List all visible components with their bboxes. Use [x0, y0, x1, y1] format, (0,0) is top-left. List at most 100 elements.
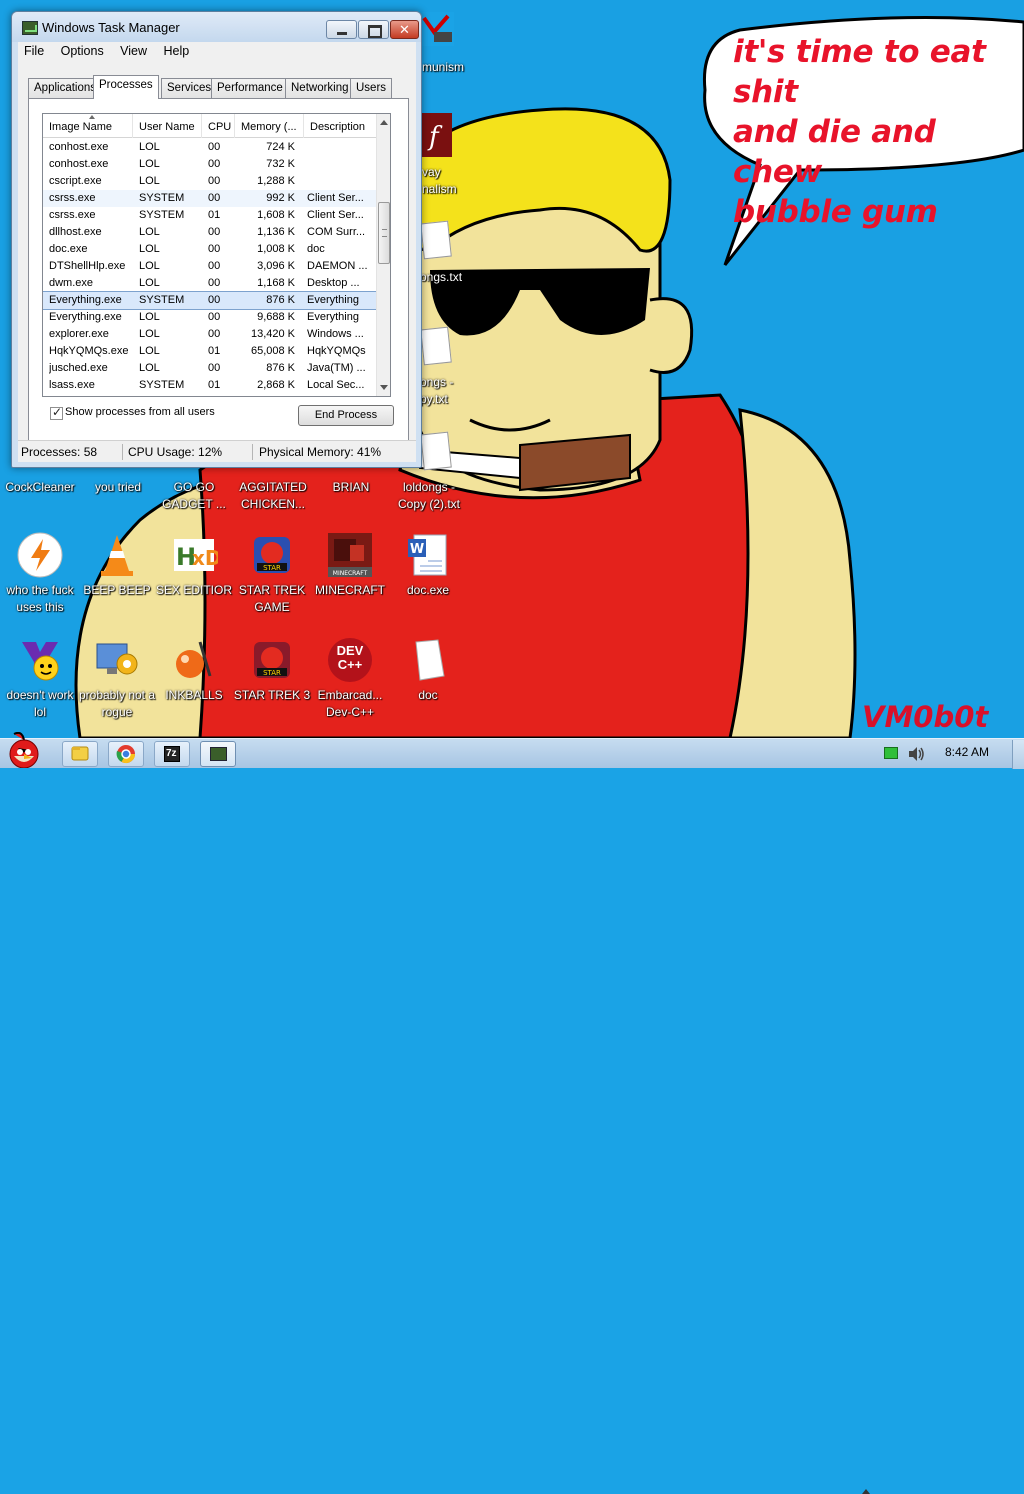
- show-all-processes-checkbox[interactable]: [50, 405, 63, 420]
- desktop-icon-star-trek-3[interactable]: STAR STAR TREK 3: [232, 636, 312, 704]
- text-file-icon[interactable]: [420, 326, 452, 366]
- menu-options[interactable]: Options: [55, 42, 110, 58]
- desktop-icon-you-tried[interactable]: you tried: [78, 479, 158, 496]
- desktop-icon-doc[interactable]: doc: [388, 636, 468, 704]
- desktop-icon-minecraft[interactable]: MINECRAFT MINECRAFT: [310, 531, 390, 599]
- process-image-name: jusched.exe: [49, 362, 108, 374]
- process-row[interactable]: DTShellHlp.exe LOL 00 3,096 K DAEMON ...: [43, 258, 376, 275]
- desktop-icon-loldongs-copy-2[interactable]: loldongs - Copy (2).txt: [390, 479, 468, 513]
- end-process-button[interactable]: End Process: [298, 405, 394, 426]
- tab-users[interactable]: Users: [350, 78, 393, 98]
- process-image-name: doc.exe: [49, 243, 88, 255]
- svg-text:STAR: STAR: [263, 669, 281, 677]
- desktop-icon-label-communism[interactable]: munism: [422, 59, 464, 76]
- communism-icon[interactable]: [420, 12, 454, 46]
- process-description: Everything: [307, 294, 359, 306]
- scroll-thumb[interactable]: [378, 202, 390, 264]
- desktop-icon-vlc[interactable]: BEEP BEEP: [77, 531, 157, 599]
- title-bar[interactable]: Windows Task Manager ✕: [12, 12, 421, 42]
- desktop-icon-doc-exe[interactable]: W doc.exe: [388, 531, 468, 599]
- process-row[interactable]: HqkYQMQs.exe LOL 01 65,008 K HqkYQMQs: [43, 343, 376, 360]
- scroll-down-arrow-icon[interactable]: [380, 385, 388, 390]
- show-hidden-icons-arrow[interactable]: [862, 1489, 870, 1494]
- text-file-icon[interactable]: [420, 431, 452, 471]
- process-row[interactable]: Everything.exe SYSTEM 00 876 K Everything: [43, 291, 377, 310]
- flash-player-icon[interactable]: f: [420, 113, 452, 157]
- process-row[interactable]: csrss.exe SYSTEM 00 992 K Client Ser...: [43, 190, 376, 207]
- process-cpu: 00: [208, 226, 221, 238]
- tab-services[interactable]: Services: [161, 78, 218, 98]
- task-manager-window[interactable]: Windows Task Manager ✕ File Options View…: [11, 11, 422, 468]
- menu-view[interactable]: View: [114, 42, 153, 58]
- column-description[interactable]: Description: [304, 114, 376, 138]
- desktop-icon-aggitated-chicken[interactable]: AGGITATED CHICKEN...: [233, 479, 313, 513]
- tab-applications[interactable]: Applications: [28, 78, 103, 98]
- process-list[interactable]: Image Name User Name CPU Memory (... Des…: [42, 113, 391, 397]
- taskbar-task-manager-button[interactable]: [200, 741, 236, 767]
- process-row[interactable]: jusched.exe LOL 00 876 K Java(TM) ...: [43, 360, 376, 377]
- process-row[interactable]: csrss.exe SYSTEM 01 1,608 K Client Ser...: [43, 207, 376, 224]
- task-manager-icon: [210, 747, 227, 761]
- close-button[interactable]: ✕: [390, 20, 419, 39]
- process-row[interactable]: lsass.exe SYSTEM 01 2,868 K Local Sec...: [43, 377, 376, 394]
- taskbar-explorer-button[interactable]: [62, 741, 98, 767]
- volume-icon[interactable]: [907, 746, 925, 767]
- desktop-icon-label-flash-a[interactable]: vay: [422, 164, 441, 181]
- process-row[interactable]: explorer.exe LOL 00 13,420 K Windows ...: [43, 326, 376, 343]
- desktop-icon-label-flash-b[interactable]: nalism: [422, 181, 457, 198]
- desktop-icon-label-loldongs[interactable]: ongs.txt: [420, 269, 462, 286]
- taskbar-7zip-button[interactable]: 7z: [154, 741, 190, 767]
- desktop-icon-cockcleaner[interactable]: CockCleaner: [0, 479, 80, 496]
- process-memory: 1,008 K: [257, 243, 295, 255]
- minimize-button[interactable]: [326, 20, 357, 39]
- process-row[interactable]: doc.exe LOL 00 1,008 K doc: [43, 241, 376, 258]
- desktop-icon-label: STAR TREK 3: [233, 688, 311, 702]
- process-description: Desktop ...: [307, 277, 360, 289]
- desktop-icon-probably-not-a-rogue[interactable]: probably not a rogue: [77, 636, 157, 721]
- menu-help[interactable]: Help: [157, 42, 195, 58]
- start-button[interactable]: [4, 731, 44, 769]
- text-file-icon[interactable]: [420, 220, 452, 260]
- inkball-icon: [170, 636, 218, 684]
- desktop-icon-inkballs[interactable]: INKBALLS: [154, 636, 234, 704]
- desktop-icon-star-trek-game[interactable]: STAR STAR TREK GAME: [232, 531, 312, 616]
- process-row[interactable]: conhost.exe LOL 00 724 K: [43, 139, 376, 156]
- column-image-name[interactable]: Image Name: [43, 114, 133, 138]
- tab-processes[interactable]: Processes: [93, 75, 159, 99]
- process-image-name: conhost.exe: [49, 158, 109, 170]
- maximize-button[interactable]: [358, 20, 389, 39]
- column-cpu[interactable]: CPU: [202, 114, 235, 138]
- tab-networking[interactable]: Networking: [285, 78, 355, 98]
- desktop-icon-label-loldongs-copy-b[interactable]: py.txt: [420, 391, 448, 408]
- column-user-name[interactable]: User Name: [133, 114, 202, 138]
- desktop-icon-label: SEX EDITIOR: [155, 583, 232, 597]
- tab-performance[interactable]: Performance: [211, 78, 289, 98]
- sort-ascending-icon: [89, 115, 95, 119]
- process-list-header: Image Name User Name CPU Memory (... Des…: [43, 114, 376, 138]
- avast-icon: [16, 531, 64, 579]
- column-memory[interactable]: Memory (...: [235, 114, 304, 138]
- artist-signature: VM0b0t: [862, 700, 989, 734]
- taskbar-chrome-button[interactable]: [108, 741, 144, 767]
- process-row[interactable]: dwm.exe LOL 00 1,168 K Desktop ...: [43, 275, 376, 292]
- network-icon[interactable]: [884, 747, 898, 759]
- desktop-icon-brian[interactable]: BRIAN: [312, 479, 390, 496]
- show-desktop-button[interactable]: [1012, 740, 1024, 769]
- desktop-icon-yahoo[interactable]: doesn't work lol: [0, 636, 80, 721]
- scroll-up-arrow-icon[interactable]: [380, 120, 388, 125]
- process-row[interactable]: conhost.exe LOL 00 732 K: [43, 156, 376, 173]
- desktop-icon-label-loldongs-copy-a[interactable]: ongs -: [420, 374, 453, 391]
- clock-time[interactable]: 8:42 AM: [945, 745, 989, 759]
- desktop-icon-go-go-gadget[interactable]: GO GO GADGET ...: [155, 479, 233, 513]
- menu-file[interactable]: File: [18, 42, 50, 58]
- process-cpu: 00: [208, 294, 221, 306]
- desktop-icon-avast[interactable]: who the fuck uses this: [0, 531, 80, 616]
- process-description: DAEMON ...: [307, 260, 368, 272]
- show-all-processes-label[interactable]: Show processes from all users: [65, 406, 215, 418]
- desktop-icon-dev-cpp[interactable]: DEV C++ Embarcad... Dev-C++: [310, 636, 390, 721]
- desktop-icon-hxd[interactable]: HxD SEX EDITIOR: [154, 531, 234, 599]
- process-row[interactable]: dllhost.exe LOL 00 1,136 K COM Surr...: [43, 224, 376, 241]
- process-row[interactable]: cscript.exe LOL 00 1,288 K: [43, 173, 376, 190]
- process-row[interactable]: Everything.exe LOL 00 9,688 K Everything: [43, 309, 376, 326]
- vertical-scrollbar[interactable]: [376, 114, 390, 396]
